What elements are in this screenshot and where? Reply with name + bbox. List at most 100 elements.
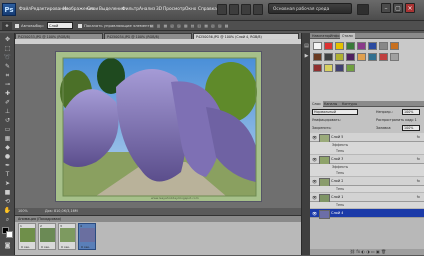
- healing-icon[interactable]: ✚: [2, 89, 13, 98]
- style-swatch[interactable]: [357, 42, 366, 50]
- lasso-icon[interactable]: ➰: [2, 53, 13, 62]
- shape-icon[interactable]: ■: [2, 188, 13, 197]
- tab-paths[interactable]: Контуры: [340, 101, 359, 107]
- 3d-rotate-icon[interactable]: ⟲: [2, 197, 13, 206]
- align-icons-row[interactable]: ▤ ▥ ▦ ▧ ▨ ▩ ▤ ▥ ▦ ▧ ▨ ▩: [150, 22, 300, 30]
- autoselect-select[interactable]: Слой: [47, 22, 73, 29]
- path-select-icon[interactable]: ➤: [2, 179, 13, 188]
- history-icon[interactable]: ▤: [303, 43, 310, 50]
- menu-view[interactable]: Просмотр: [163, 5, 185, 15]
- menu-window[interactable]: Окно: [185, 5, 196, 15]
- dodge-icon[interactable]: ●: [2, 152, 13, 161]
- blur-icon[interactable]: ◆: [2, 143, 13, 152]
- layer-row[interactable]: 👁 Слой 1 fx: [310, 193, 424, 203]
- zoom-level-button[interactable]: [241, 4, 251, 15]
- layer-row[interactable]: 👁 Слой 5 fx: [310, 133, 424, 143]
- style-swatch[interactable]: [379, 42, 388, 50]
- bridge-button[interactable]: [217, 4, 227, 15]
- frame-delay[interactable]: 0 сек.: [21, 245, 30, 249]
- menu-select[interactable]: Выделение: [99, 5, 125, 15]
- style-swatch[interactable]: [368, 42, 377, 50]
- gradient-icon[interactable]: ▦: [2, 134, 13, 143]
- style-swatch[interactable]: [335, 64, 344, 72]
- background-color[interactable]: [6, 231, 13, 238]
- shadow-effect-row[interactable]: Тень: [310, 148, 424, 154]
- style-swatch[interactable]: [346, 64, 355, 72]
- animation-frame[interactable]: 1 0 сек.: [18, 223, 36, 250]
- fx-icon[interactable]: fx: [417, 155, 420, 164]
- style-swatch[interactable]: [324, 64, 333, 72]
- fx-icon[interactable]: fx: [417, 133, 420, 142]
- zoom-icon[interactable]: ⌕: [2, 215, 13, 224]
- pen-icon[interactable]: ✒: [2, 161, 13, 170]
- crop-icon[interactable]: ⌗: [2, 71, 13, 80]
- menu-analysis[interactable]: Анализ: [139, 5, 155, 15]
- eyedropper-icon[interactable]: ⊸: [2, 80, 13, 89]
- style-swatch[interactable]: [335, 53, 344, 61]
- marquee-icon[interactable]: ⬚: [2, 44, 13, 53]
- hand-icon[interactable]: ✋: [2, 206, 13, 215]
- style-swatch[interactable]: [346, 53, 355, 61]
- minimize-icon[interactable]: –: [381, 3, 391, 13]
- menu-filter[interactable]: Фильтр: [122, 5, 139, 15]
- tab-layers[interactable]: Слои: [310, 101, 323, 107]
- frame-delay[interactable]: 0 сек.: [61, 245, 70, 249]
- style-swatch[interactable]: [313, 42, 322, 50]
- opacity-input[interactable]: 100%: [402, 109, 420, 115]
- layer-row-selected[interactable]: 👁 Слой 4: [310, 209, 424, 219]
- style-swatch[interactable]: [346, 42, 355, 50]
- close-icon[interactable]: ×: [405, 3, 415, 13]
- style-swatch[interactable]: [368, 53, 377, 61]
- cs-live-button[interactable]: [357, 4, 369, 15]
- fill-input[interactable]: 100%: [402, 125, 420, 131]
- menu-file[interactable]: Файл: [19, 5, 31, 15]
- style-swatch[interactable]: [313, 64, 322, 72]
- show-controls-checkbox[interactable]: [78, 24, 82, 28]
- frame-delay[interactable]: 0 сек.: [41, 245, 50, 249]
- propagate-frame-checkbox[interactable]: Распространить кадр 1: [376, 117, 417, 123]
- menu-help[interactable]: Справка: [198, 5, 217, 15]
- workspace-switcher[interactable]: Основная рабочая среда: [268, 3, 352, 14]
- shadow-effect-row[interactable]: Тень: [310, 170, 424, 176]
- fx-icon[interactable]: fx: [417, 177, 420, 186]
- arrange-button[interactable]: [253, 4, 263, 15]
- layers-footer-icons[interactable]: ⛓ fx ◐ ◑ ▭ ▣ 🗑: [310, 249, 424, 255]
- style-swatch[interactable]: [390, 53, 399, 61]
- history-brush-icon[interactable]: ↺: [2, 116, 13, 125]
- stamp-icon[interactable]: ⊥: [2, 107, 13, 116]
- move-tool-icon[interactable]: ✥: [2, 22, 12, 30]
- move-icon[interactable]: ✥: [2, 35, 13, 44]
- layer-row[interactable]: 👁 Слой 3 fx: [310, 155, 424, 165]
- canvas[interactable]: www.lesyaholiday.blogspot.com: [55, 51, 262, 202]
- autoselect-checkbox[interactable]: [15, 24, 19, 28]
- brush-icon[interactable]: ✐: [2, 98, 13, 107]
- style-swatch[interactable]: [379, 53, 388, 61]
- shadow-effect-row[interactable]: Тень: [310, 186, 424, 192]
- zoom-level[interactable]: 100%: [18, 208, 28, 215]
- animation-frame[interactable]: 3 0 сек.: [58, 223, 76, 250]
- visibility-eye-icon[interactable]: 👁: [312, 157, 317, 162]
- type-icon[interactable]: T: [2, 170, 13, 179]
- style-swatch[interactable]: [357, 53, 366, 61]
- animation-frame[interactable]: 2 0 сек.: [38, 223, 56, 250]
- frame-delay[interactable]: 0 сек.: [81, 245, 90, 249]
- quick-mask-icon[interactable]: ◙: [2, 241, 13, 250]
- visibility-eye-icon[interactable]: 👁: [312, 195, 317, 200]
- eraser-icon[interactable]: ▭: [2, 125, 13, 134]
- style-swatch[interactable]: [313, 53, 322, 61]
- fx-icon[interactable]: fx: [417, 193, 420, 202]
- menu-layers[interactable]: Слои: [87, 5, 98, 15]
- minibridge-button[interactable]: [229, 4, 239, 15]
- style-swatch[interactable]: [335, 42, 344, 50]
- style-swatch[interactable]: [324, 42, 333, 50]
- visibility-eye-icon[interactable]: 👁: [312, 179, 317, 184]
- style-swatch[interactable]: [390, 42, 399, 50]
- maximize-icon[interactable]: ▢: [393, 3, 403, 13]
- actions-icon[interactable]: ▶: [303, 53, 310, 60]
- shadow-effect-row[interactable]: Тень: [310, 202, 424, 208]
- visibility-eye-icon[interactable]: 👁: [312, 211, 317, 216]
- tab-channels[interactable]: Каналы: [322, 101, 339, 107]
- blend-mode-select[interactable]: Нормальный: [312, 109, 358, 115]
- style-swatch[interactable]: [324, 53, 333, 61]
- layer-row[interactable]: 👁 Слой 2 fx: [310, 177, 424, 187]
